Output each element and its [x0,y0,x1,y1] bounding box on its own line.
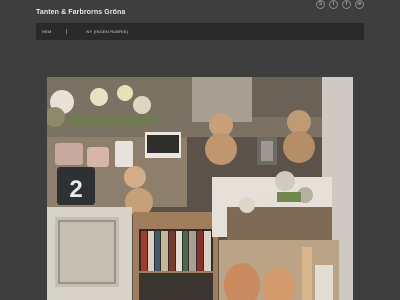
skype-icon[interactable]: S [316,0,325,9]
social-links: S t f in [316,0,364,9]
flea-market-photo: 2 [47,77,353,300]
photo-illustration: 2 [47,77,353,300]
linkedin-icon[interactable]: in [355,0,364,9]
facebook-icon[interactable]: f [342,0,351,9]
nav-divider [65,29,67,34]
nav-item-hem[interactable]: Hem [36,29,58,34]
twitter-icon[interactable]: t [329,0,338,9]
main-nav: Hem Ny (Ingen rubrik) [36,23,364,40]
site-title[interactable]: Tanten & Farbrorns Gröna [36,9,125,16]
price-tag: 2 [69,176,82,203]
nav-item-ny[interactable]: Ny (Ingen rubrik) [81,29,135,34]
